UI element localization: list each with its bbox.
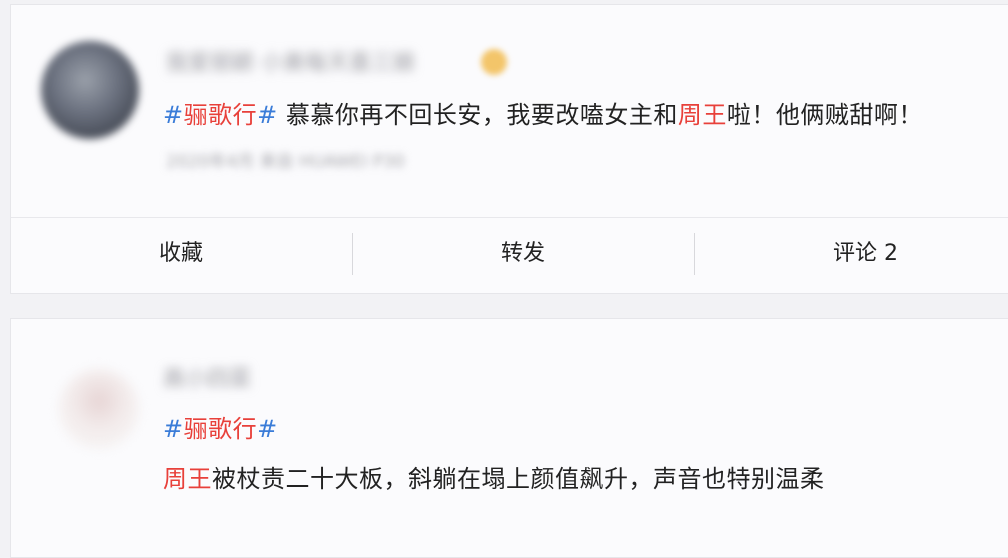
- hashtag-topic[interactable]: 骊歌行: [184, 101, 258, 129]
- post-meta: 2020年4月 来自 HUAWEI P30: [166, 152, 405, 172]
- divider: [352, 233, 353, 275]
- favorite-button[interactable]: 收藏: [159, 235, 203, 267]
- hashtag-mark[interactable]: #: [163, 415, 184, 443]
- hashtag-mark[interactable]: #: [257, 101, 278, 129]
- post-hashtag: #骊歌行#: [163, 409, 278, 444]
- hashtag-mark[interactable]: #: [163, 101, 184, 129]
- avatar[interactable]: [41, 41, 139, 139]
- avatar[interactable]: [59, 369, 139, 449]
- username[interactable]: 高小四菜: [163, 361, 251, 393]
- post-text: #骊歌行# 慕慕你再不回长安，我要改嗑女主和周王啦！他俩贼甜啊！: [163, 95, 923, 130]
- post-text-part: 被杖责二十大板，斜躺在塌上颜值飙升，声音也特别温柔: [212, 465, 825, 493]
- post-text: 周王被杖责二十大板，斜躺在塌上颜值飙升，声音也特别温柔: [163, 459, 825, 494]
- post-card: 高小四菜 #骊歌行# 周王被杖责二十大板，斜躺在塌上颜值飙升，声音也特别温柔: [10, 318, 1008, 558]
- repost-button[interactable]: 转发: [501, 235, 545, 267]
- hashtag-mark[interactable]: #: [257, 415, 278, 443]
- post-text-part: 啦！他俩贼甜啊！: [726, 101, 923, 129]
- mention-name: 周王: [163, 465, 212, 493]
- comment-button[interactable]: 评论 2: [833, 235, 898, 267]
- post-card: 我爱丽颖 小美每天喜三娘 #骊歌行# 慕慕你再不回长安，我要改嗑女主和周王啦！他…: [10, 4, 1008, 294]
- mention-name: 周王: [677, 101, 727, 129]
- divider: [11, 217, 1008, 218]
- emoji-icon: [481, 49, 507, 75]
- post-text-part: 慕慕你再不回长安，我要改嗑女主和: [285, 101, 678, 129]
- divider: [694, 233, 695, 275]
- hashtag-topic[interactable]: 骊歌行: [184, 415, 258, 443]
- username[interactable]: 我爱丽颖 小美每天喜三娘: [166, 45, 415, 77]
